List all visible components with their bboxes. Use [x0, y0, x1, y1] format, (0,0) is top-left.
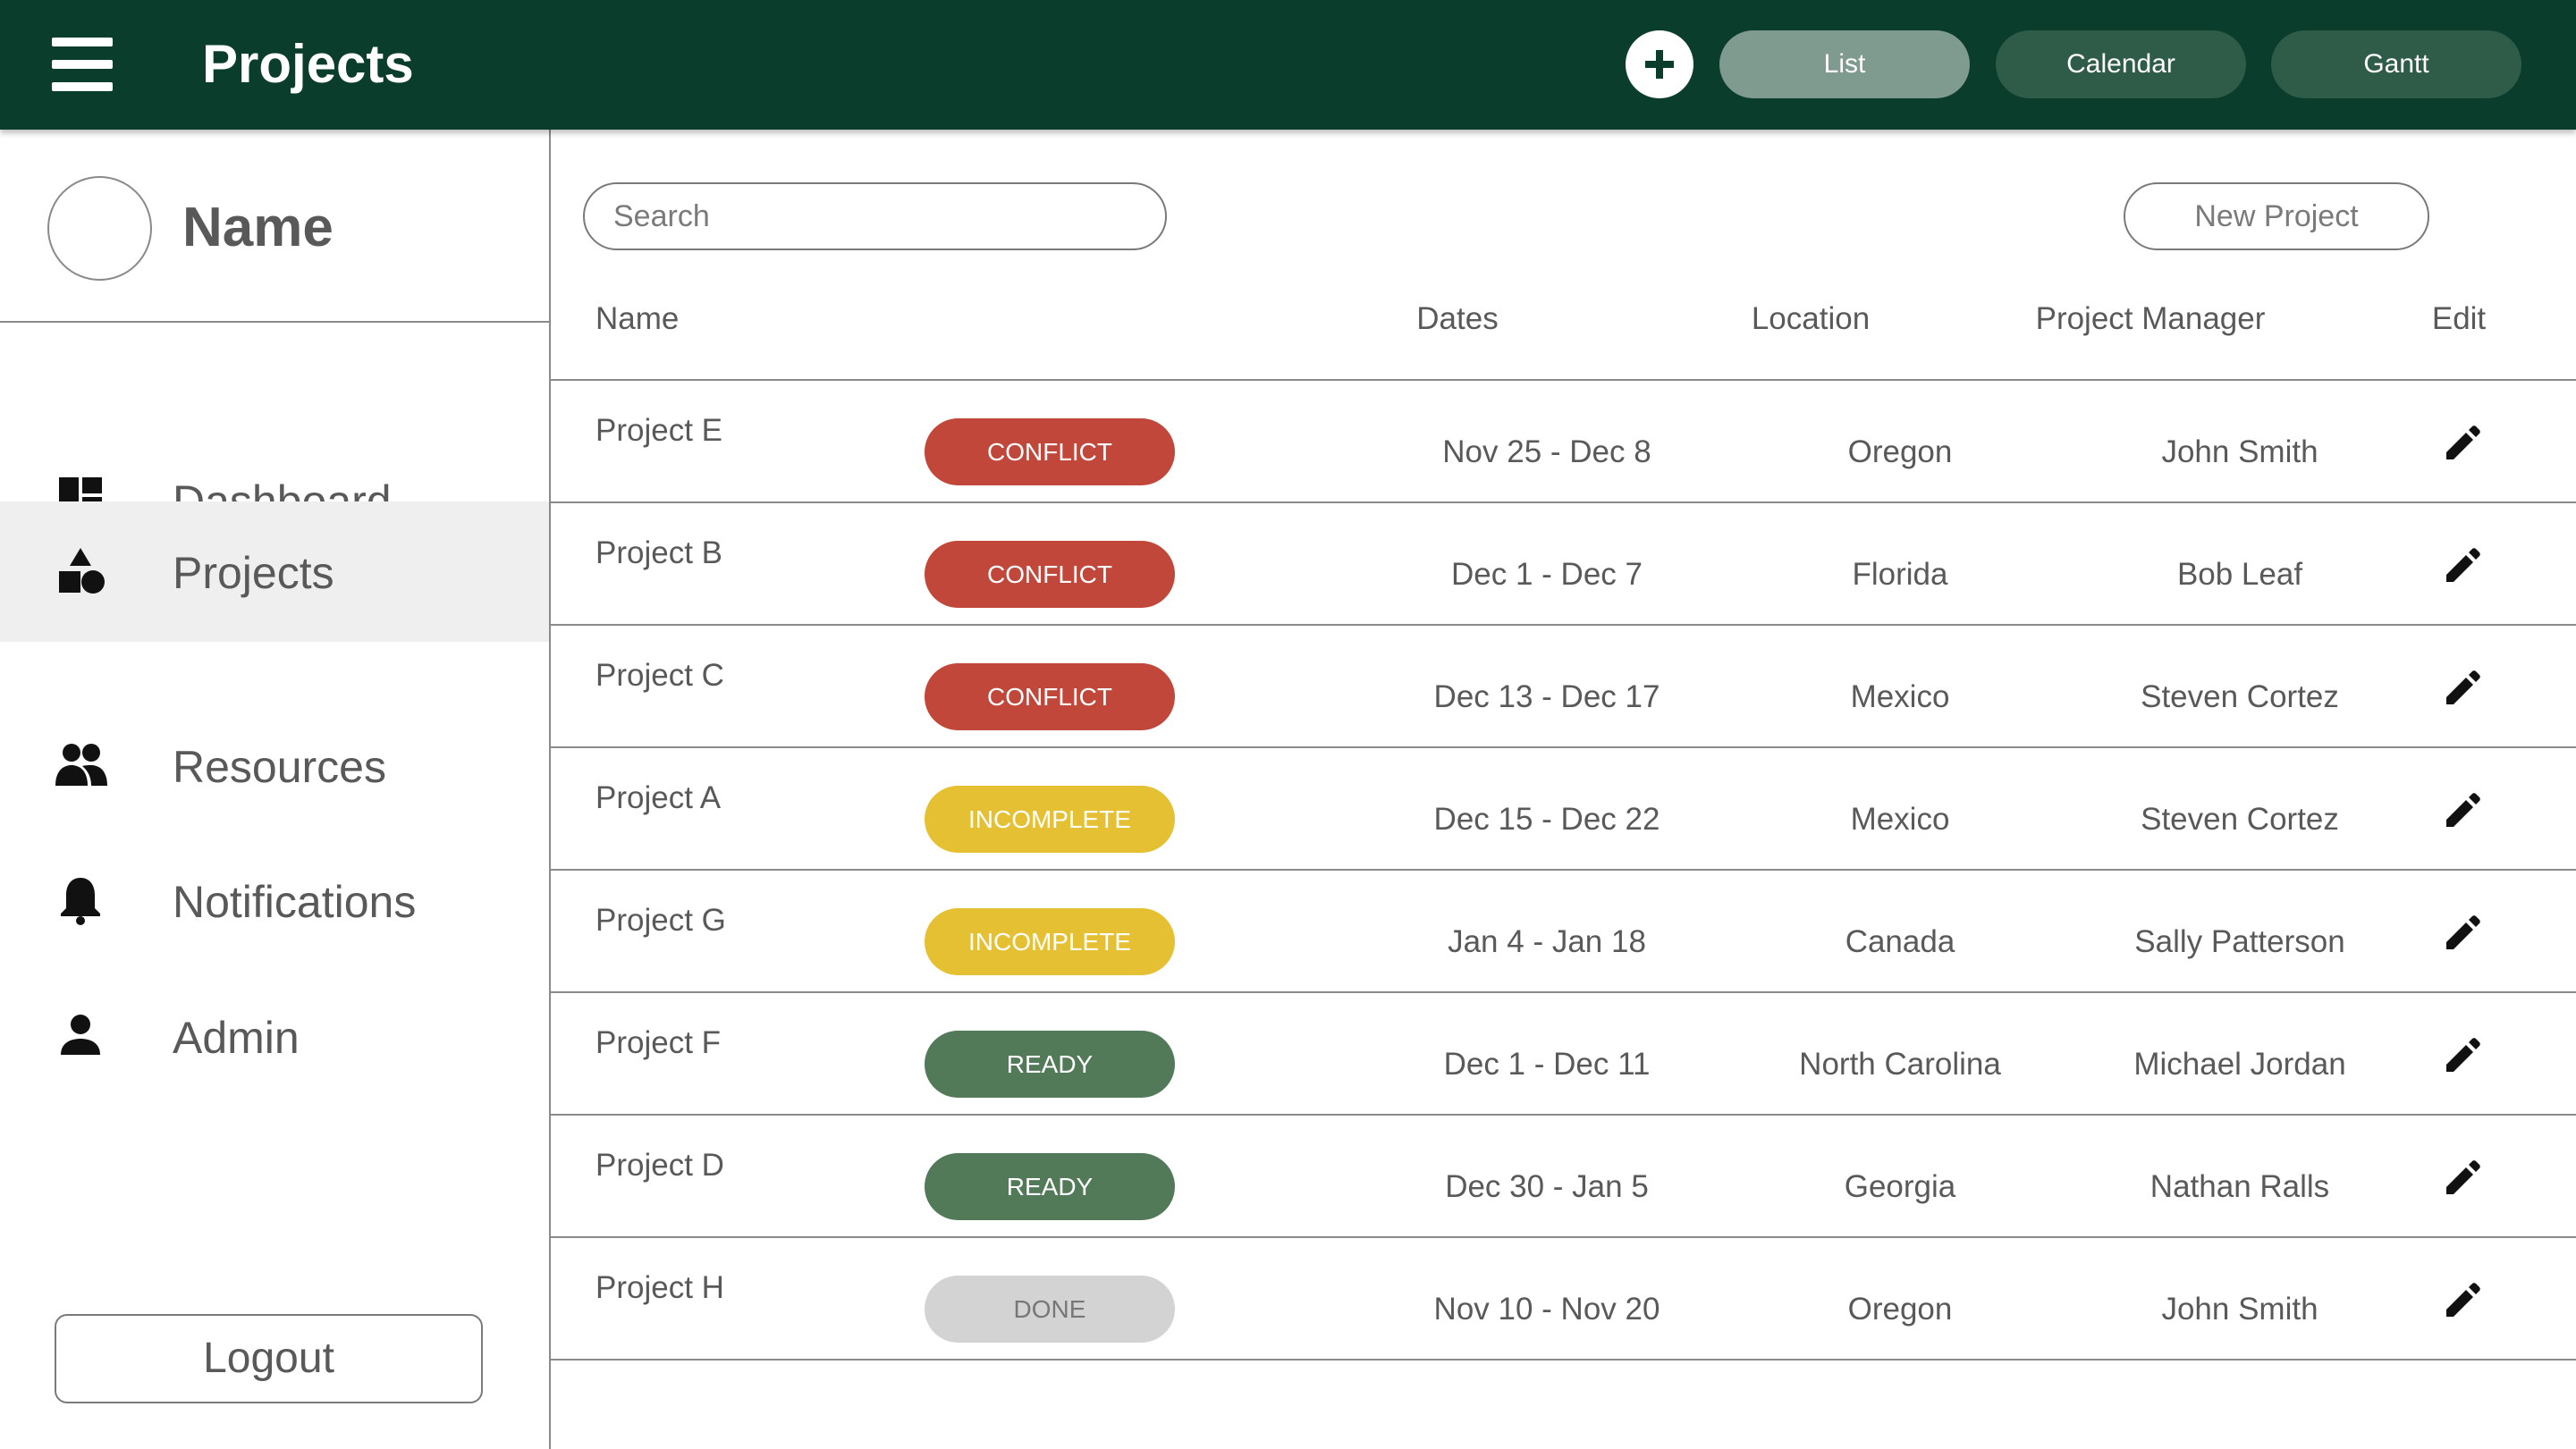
app-window: Projects List Calendar Gantt Name Dashbo… — [0, 0, 2576, 1449]
table-row[interactable]: Project E CONFLICT Nov 25 - Dec 8 Oregon Joh… — [551, 381, 2576, 503]
project-manager: Michael Jordan — [2133, 1047, 2346, 1082]
shapes-icon — [59, 548, 105, 594]
project-manager: Nathan Ralls — [2149, 1169, 2330, 1204]
status-badge: INCOMPLETE — [925, 786, 1175, 853]
sidebar-item-resources[interactable]: Resources — [0, 695, 549, 833]
search-input[interactable] — [583, 182, 1167, 250]
project-manager: Steven Cortez — [2141, 679, 2339, 714]
profile-section: Name — [0, 130, 549, 323]
profile-name: Name — [182, 197, 334, 258]
project-dates: Dec 1 - Dec 11 — [1443, 1047, 1651, 1082]
sidebar-item-projects[interactable]: Projects — [0, 501, 549, 642]
column-header-name[interactable]: Name — [595, 299, 679, 340]
project-name[interactable]: Project E — [595, 411, 722, 451]
project-name[interactable]: Project F — [595, 1024, 721, 1063]
project-name[interactable]: Project H — [595, 1268, 724, 1308]
column-header-location[interactable]: Location — [1721, 299, 1900, 340]
table-row[interactable]: Project H DONE Nov 10 - Nov 20 Oregon John S… — [551, 1238, 2576, 1361]
table-row[interactable]: Project B CONFLICT Dec 1 - Dec 7 Florida Bob… — [551, 503, 2576, 626]
person-icon — [61, 1015, 100, 1055]
gantt-view-button[interactable]: Gantt — [2271, 30, 2521, 98]
status-badge: READY — [925, 1031, 1175, 1098]
status-badge: INCOMPLETE — [925, 908, 1175, 975]
pencil-edit-icon[interactable] — [2441, 1279, 2484, 1322]
plus-icon — [1645, 50, 1674, 79]
top-bar: Projects List Calendar Gantt — [0, 0, 2576, 130]
sidebar: Name Dashboard Projects — [0, 130, 551, 1449]
column-header-edit: Edit — [2431, 301, 2487, 336]
project-manager: Steven Cortez — [2141, 802, 2339, 837]
project-dates: Nov 25 - Dec 8 — [1442, 434, 1651, 469]
project-name[interactable]: Project A — [595, 779, 721, 818]
hamburger-menu-icon[interactable] — [52, 38, 113, 91]
pencil-edit-icon[interactable] — [2441, 544, 2484, 587]
project-manager: Sally Patterson — [2134, 924, 2345, 959]
project-manager: Bob Leaf — [2176, 557, 2303, 592]
pencil-edit-icon[interactable] — [2441, 1157, 2484, 1200]
sidebar-item-admin[interactable]: Admin — [0, 966, 549, 1104]
sidebar-item-label: Notifications — [173, 877, 417, 927]
people-icon — [55, 744, 107, 786]
pencil-edit-icon[interactable] — [2441, 912, 2484, 955]
status-badge: CONFLICT — [925, 418, 1175, 485]
sidebar-item-label: Admin — [173, 1013, 300, 1063]
table-row[interactable]: Project G INCOMPLETE Jan 4 - Jan 18 Canada S… — [551, 871, 2576, 993]
pencil-edit-icon[interactable] — [2441, 422, 2484, 465]
status-badge: READY — [925, 1153, 1175, 1220]
project-dates: Nov 10 - Nov 20 — [1433, 1292, 1660, 1327]
pencil-edit-icon[interactable] — [2441, 789, 2484, 832]
table-row[interactable]: Project D READY Dec 30 - Jan 5 Georgia Natha… — [551, 1116, 2576, 1238]
table-row[interactable]: Project C CONFLICT Dec 13 - Dec 17 Mexico St… — [551, 626, 2576, 748]
projects-table: Project E CONFLICT Nov 25 - Dec 8 Oregon Joh… — [551, 379, 2576, 1361]
project-manager: John Smith — [2161, 1292, 2318, 1327]
calendar-view-button[interactable]: Calendar — [1996, 30, 2246, 98]
pencil-edit-icon[interactable] — [2441, 667, 2484, 710]
project-name[interactable]: Project C — [595, 656, 724, 695]
project-dates: Dec 13 - Dec 17 — [1433, 679, 1660, 714]
column-header-dates[interactable]: Dates — [1368, 299, 1547, 340]
pencil-edit-icon[interactable] — [2441, 1034, 2484, 1077]
sidebar-item-label: Projects — [173, 548, 334, 598]
list-view-button[interactable]: List — [1719, 30, 1970, 98]
sidebar-item-label: Resources — [173, 742, 386, 792]
add-button[interactable] — [1626, 30, 1693, 98]
project-name[interactable]: Project G — [595, 901, 726, 940]
table-row[interactable]: Project F READY Dec 1 - Dec 11 North Caroli… — [551, 993, 2576, 1116]
status-badge: CONFLICT — [925, 541, 1175, 608]
avatar[interactable] — [47, 176, 152, 281]
page-title: Projects — [202, 34, 414, 94]
bell-icon — [61, 878, 100, 925]
new-project-button[interactable]: New Project — [2124, 182, 2429, 250]
project-name[interactable]: Project B — [595, 534, 722, 573]
column-header-project-manager[interactable]: Project Manager — [1989, 299, 2311, 340]
status-badge: DONE — [925, 1276, 1175, 1343]
status-badge: CONFLICT — [925, 663, 1175, 730]
project-dates: Dec 15 - Dec 22 — [1433, 802, 1660, 837]
sidebar-item-notifications[interactable]: Notifications — [0, 830, 549, 968]
project-dates: Dec 30 - Jan 5 — [1445, 1169, 1649, 1204]
project-manager: John Smith — [2161, 434, 2318, 469]
table-row[interactable]: Project A INCOMPLETE Dec 15 - Dec 22 Mexico… — [551, 748, 2576, 871]
project-dates: Dec 1 - Dec 7 — [1451, 557, 1643, 592]
logout-button[interactable]: Logout — [55, 1314, 483, 1403]
project-dates: Jan 4 - Jan 18 — [1448, 924, 1646, 959]
project-name[interactable]: Project D — [595, 1146, 724, 1185]
